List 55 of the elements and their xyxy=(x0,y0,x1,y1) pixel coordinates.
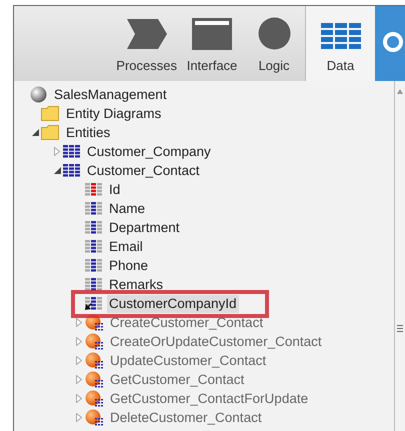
table-icon xyxy=(63,164,80,177)
tree-item[interactable]: CreateCustomer_Contact xyxy=(108,314,266,332)
tree-item[interactable]: Phone xyxy=(107,256,150,274)
collapsed-arrow-icon[interactable] xyxy=(54,147,60,156)
collapsed-arrow-icon[interactable] xyxy=(76,356,82,365)
tree-item[interactable]: SalesManagement xyxy=(52,86,169,104)
tree-item[interactable]: Remarks xyxy=(107,276,166,294)
table-icon xyxy=(63,145,80,158)
tree-item[interactable]: Entity Diagrams xyxy=(64,104,164,122)
action-icon xyxy=(85,352,103,369)
tree-item[interactable]: Email xyxy=(107,238,145,256)
column-icon xyxy=(85,202,102,215)
collapsed-arrow-icon[interactable] xyxy=(76,375,82,384)
tree-item[interactable]: Id xyxy=(107,180,122,198)
tree-item[interactable]: Department xyxy=(107,218,182,236)
scroll-up-icon xyxy=(397,89,403,94)
tree-item[interactable]: GetCustomer_ContactForUpdate xyxy=(108,390,310,408)
circle-icon xyxy=(258,17,290,50)
column-link-icon xyxy=(85,297,102,310)
tree-item[interactable]: Entities xyxy=(64,124,112,142)
sphere-icon xyxy=(30,86,47,103)
column-icon xyxy=(85,259,102,272)
toolbar-tab[interactable]: Processes xyxy=(112,6,181,81)
column-icon xyxy=(85,221,102,234)
tree-item[interactable]: CreateOrUpdateCustomer_Contact xyxy=(108,332,324,350)
column-icon xyxy=(85,278,102,291)
action-icon xyxy=(85,333,103,350)
collapsed-arrow-icon[interactable] xyxy=(76,337,82,346)
folder-icon xyxy=(41,125,59,140)
tree-item[interactable]: CustomerCompanyId xyxy=(107,294,239,312)
toolbar-tab[interactable]: Logic xyxy=(243,6,305,81)
chevron-icon xyxy=(126,18,168,50)
collapsed-arrow-icon[interactable] xyxy=(76,394,82,403)
expanded-arrow-icon[interactable] xyxy=(32,129,38,136)
action-icon xyxy=(85,390,103,407)
toolbar-tab[interactable]: Interface xyxy=(181,6,243,81)
window-icon xyxy=(192,18,232,50)
column-icon xyxy=(85,240,102,253)
grid-icon xyxy=(320,23,360,50)
scrollbar[interactable] xyxy=(394,81,405,431)
tree-item[interactable]: DeleteCustomer_Contact xyxy=(108,408,264,426)
action-icon xyxy=(85,371,103,388)
tree-item[interactable]: Name xyxy=(107,200,148,218)
action-icon xyxy=(85,409,103,426)
tree-item[interactable]: GetCustomer_Contact xyxy=(108,370,246,388)
folder-icon xyxy=(41,106,59,121)
tree-item[interactable]: Customer_Contact xyxy=(85,162,202,180)
column-icon xyxy=(85,183,102,196)
toolbar-tab[interactable]: Data xyxy=(305,6,375,81)
search-button[interactable] xyxy=(375,6,405,81)
expanded-arrow-icon[interactable] xyxy=(54,167,60,174)
collapsed-arrow-icon[interactable] xyxy=(76,413,82,422)
collapsed-arrow-icon[interactable] xyxy=(76,318,82,327)
tree-item[interactable]: Customer_Company xyxy=(85,142,213,160)
tree-item[interactable]: UpdateCustomer_Contact xyxy=(108,352,268,370)
